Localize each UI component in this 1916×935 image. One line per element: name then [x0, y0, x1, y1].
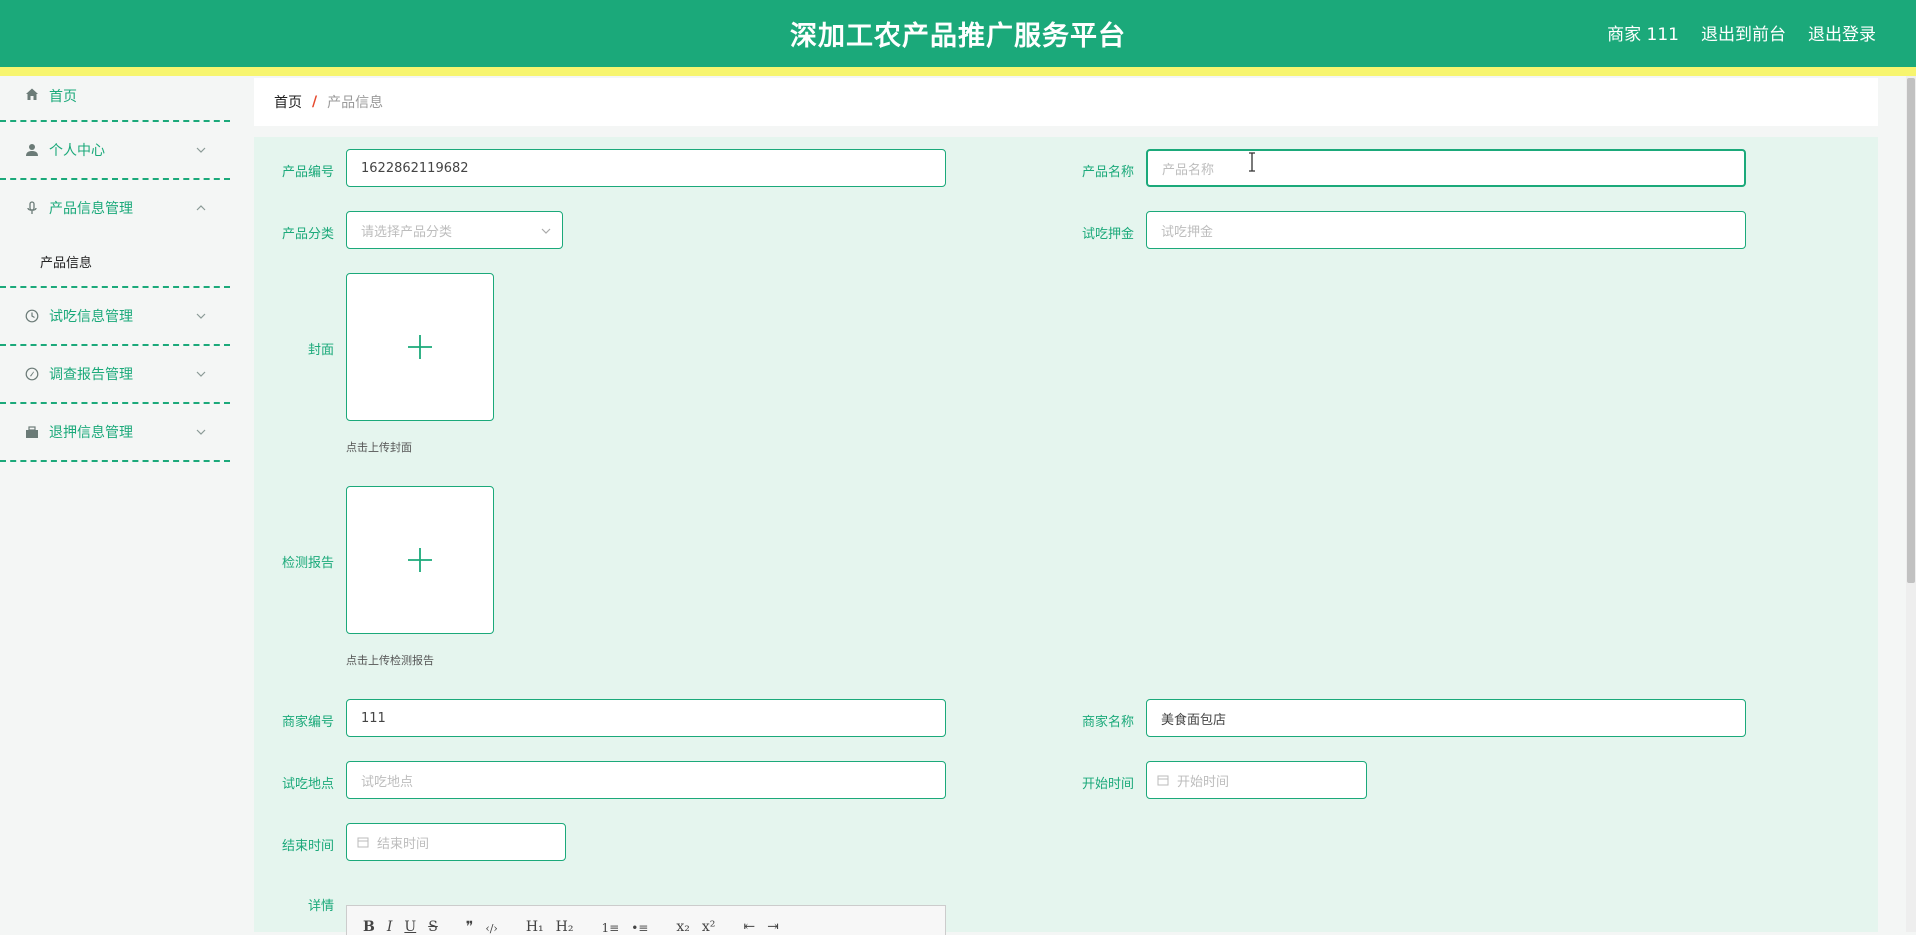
chevron-down-icon	[541, 228, 551, 234]
sidebar: 首页 个人中心 产品信息管理 产品信息 试吃信息管理 调查报告管理 退押信息管理	[0, 76, 230, 932]
bullet-list-button[interactable]: •≡	[631, 921, 648, 935]
underline-button[interactable]: U	[404, 919, 416, 935]
end-time-label: 结束时间	[281, 839, 334, 854]
category-select[interactable]: 请选择产品分类	[346, 211, 563, 249]
sidebar-item-label: 试吃信息管理	[49, 309, 133, 325]
product-no-field[interactable]: 1622862119682	[346, 149, 946, 187]
sidebar-item-product-management[interactable]: 产品信息管理	[0, 180, 230, 236]
cover-label: 封面	[307, 343, 334, 358]
report-upload-hint: 点击上传检测报告	[346, 654, 434, 667]
sidebar-item-home[interactable]: 首页	[0, 76, 230, 120]
user-label[interactable]: 商家 111	[1607, 20, 1679, 45]
rich-text-toolbar: B I U S ❞ ‹/› H₁ H₂ 1≡ •≡ x₂ x² ⇤ ⇥	[346, 905, 946, 935]
blockquote-button[interactable]: ❞	[466, 919, 474, 935]
deposit-input[interactable]: 试吃押金	[1146, 211, 1746, 249]
sidebar-item-label: 个人中心	[49, 143, 105, 159]
detail-label: 详情	[307, 899, 334, 914]
location-input[interactable]: 试吃地点	[346, 761, 946, 799]
compass-icon	[24, 366, 40, 382]
strike-button[interactable]: S	[428, 919, 438, 935]
merchant-name-field[interactable]: 美食面包店	[1146, 699, 1746, 737]
header2-button[interactable]: H₂	[556, 919, 574, 935]
sidebar-item-personal-center[interactable]: 个人中心	[0, 122, 230, 178]
logout-link[interactable]: 退出登录	[1808, 20, 1876, 45]
calendar-icon	[1157, 775, 1169, 786]
start-time-placeholder: 开始时间	[1177, 774, 1230, 790]
sidebar-item-label: 调查报告管理	[49, 367, 133, 383]
exit-to-front-link[interactable]: 退出到前台	[1701, 20, 1786, 45]
sidebar-item-label: 首页	[49, 89, 77, 105]
location-label: 试吃地点	[281, 777, 334, 792]
merchant-name-label: 商家名称	[1081, 715, 1134, 730]
plus-icon	[408, 335, 432, 359]
merchant-no-field[interactable]: 111	[346, 699, 946, 737]
category-select-placeholder: 请选择产品分类	[361, 224, 453, 240]
start-time-label: 开始时间	[1081, 777, 1134, 792]
end-time-picker[interactable]: 结束时间	[346, 823, 566, 861]
top-header: 深加工农产品推广服务平台 商家 111 退出到前台 退出登录	[0, 0, 1916, 67]
product-no-label: 产品编号	[281, 165, 334, 180]
bold-button[interactable]: B	[363, 919, 375, 935]
mic-icon	[24, 200, 40, 216]
header-links: 商家 111 退出到前台 退出登录	[1607, 20, 1876, 45]
superscript-button[interactable]: x²	[702, 919, 716, 935]
code-button[interactable]: ‹/›	[485, 922, 498, 935]
sidebar-item-deposit-refund-management[interactable]: 退押信息管理	[0, 404, 230, 460]
report-label: 检测报告	[281, 556, 334, 571]
sidebar-item-tasting-management[interactable]: 试吃信息管理	[0, 288, 230, 344]
breadcrumb-home[interactable]: 首页	[274, 92, 302, 112]
product-form: 产品编号 1622862119682 产品名称 产品名称 产品分类 请选择产品分…	[254, 137, 1878, 935]
cover-upload-hint: 点击上传封面	[346, 441, 412, 454]
chevron-down-icon	[196, 313, 206, 319]
chevron-down-icon	[196, 429, 206, 435]
chevron-down-icon	[196, 371, 206, 377]
italic-button[interactable]: I	[387, 919, 393, 935]
outdent-button[interactable]: ⇤	[743, 919, 755, 935]
end-time-placeholder: 结束时间	[377, 836, 430, 852]
plus-icon	[408, 548, 432, 572]
breadcrumb: 首页 / 产品信息	[254, 78, 1878, 126]
merchant-no-label: 商家编号	[281, 715, 334, 730]
product-name-input[interactable]: 产品名称	[1146, 149, 1746, 187]
scrollbar-thumb[interactable]	[1907, 78, 1915, 583]
sidebar-item-label: 产品信息管理	[49, 201, 133, 217]
indent-button[interactable]: ⇥	[767, 919, 779, 935]
sidebar-item-label: 退押信息管理	[49, 425, 133, 441]
breadcrumb-current: 产品信息	[327, 95, 384, 111]
user-icon	[24, 142, 40, 158]
clock-icon	[24, 308, 40, 324]
home-icon	[24, 86, 40, 102]
ordered-list-button[interactable]: 1≡	[602, 921, 620, 935]
text-cursor-icon	[1249, 152, 1255, 172]
header-accent-strip	[0, 67, 1916, 76]
cover-upload[interactable]	[346, 273, 494, 421]
chevron-up-icon	[196, 205, 206, 211]
sidebar-subitem-product-info[interactable]: 产品信息	[0, 236, 230, 286]
calendar-icon	[357, 837, 369, 848]
chevron-down-icon	[196, 147, 206, 153]
report-upload[interactable]	[346, 486, 494, 634]
start-time-picker[interactable]: 开始时间	[1146, 761, 1367, 799]
product-name-label: 产品名称	[1081, 165, 1134, 180]
deposit-label: 试吃押金	[1081, 227, 1134, 242]
subscript-button[interactable]: x₂	[676, 919, 690, 935]
breadcrumb-separator: /	[312, 94, 318, 110]
sidebar-item-survey-report-management[interactable]: 调查报告管理	[0, 346, 230, 402]
briefcase-icon	[24, 424, 40, 440]
header1-button[interactable]: H₁	[526, 919, 544, 935]
category-label: 产品分类	[281, 227, 334, 242]
